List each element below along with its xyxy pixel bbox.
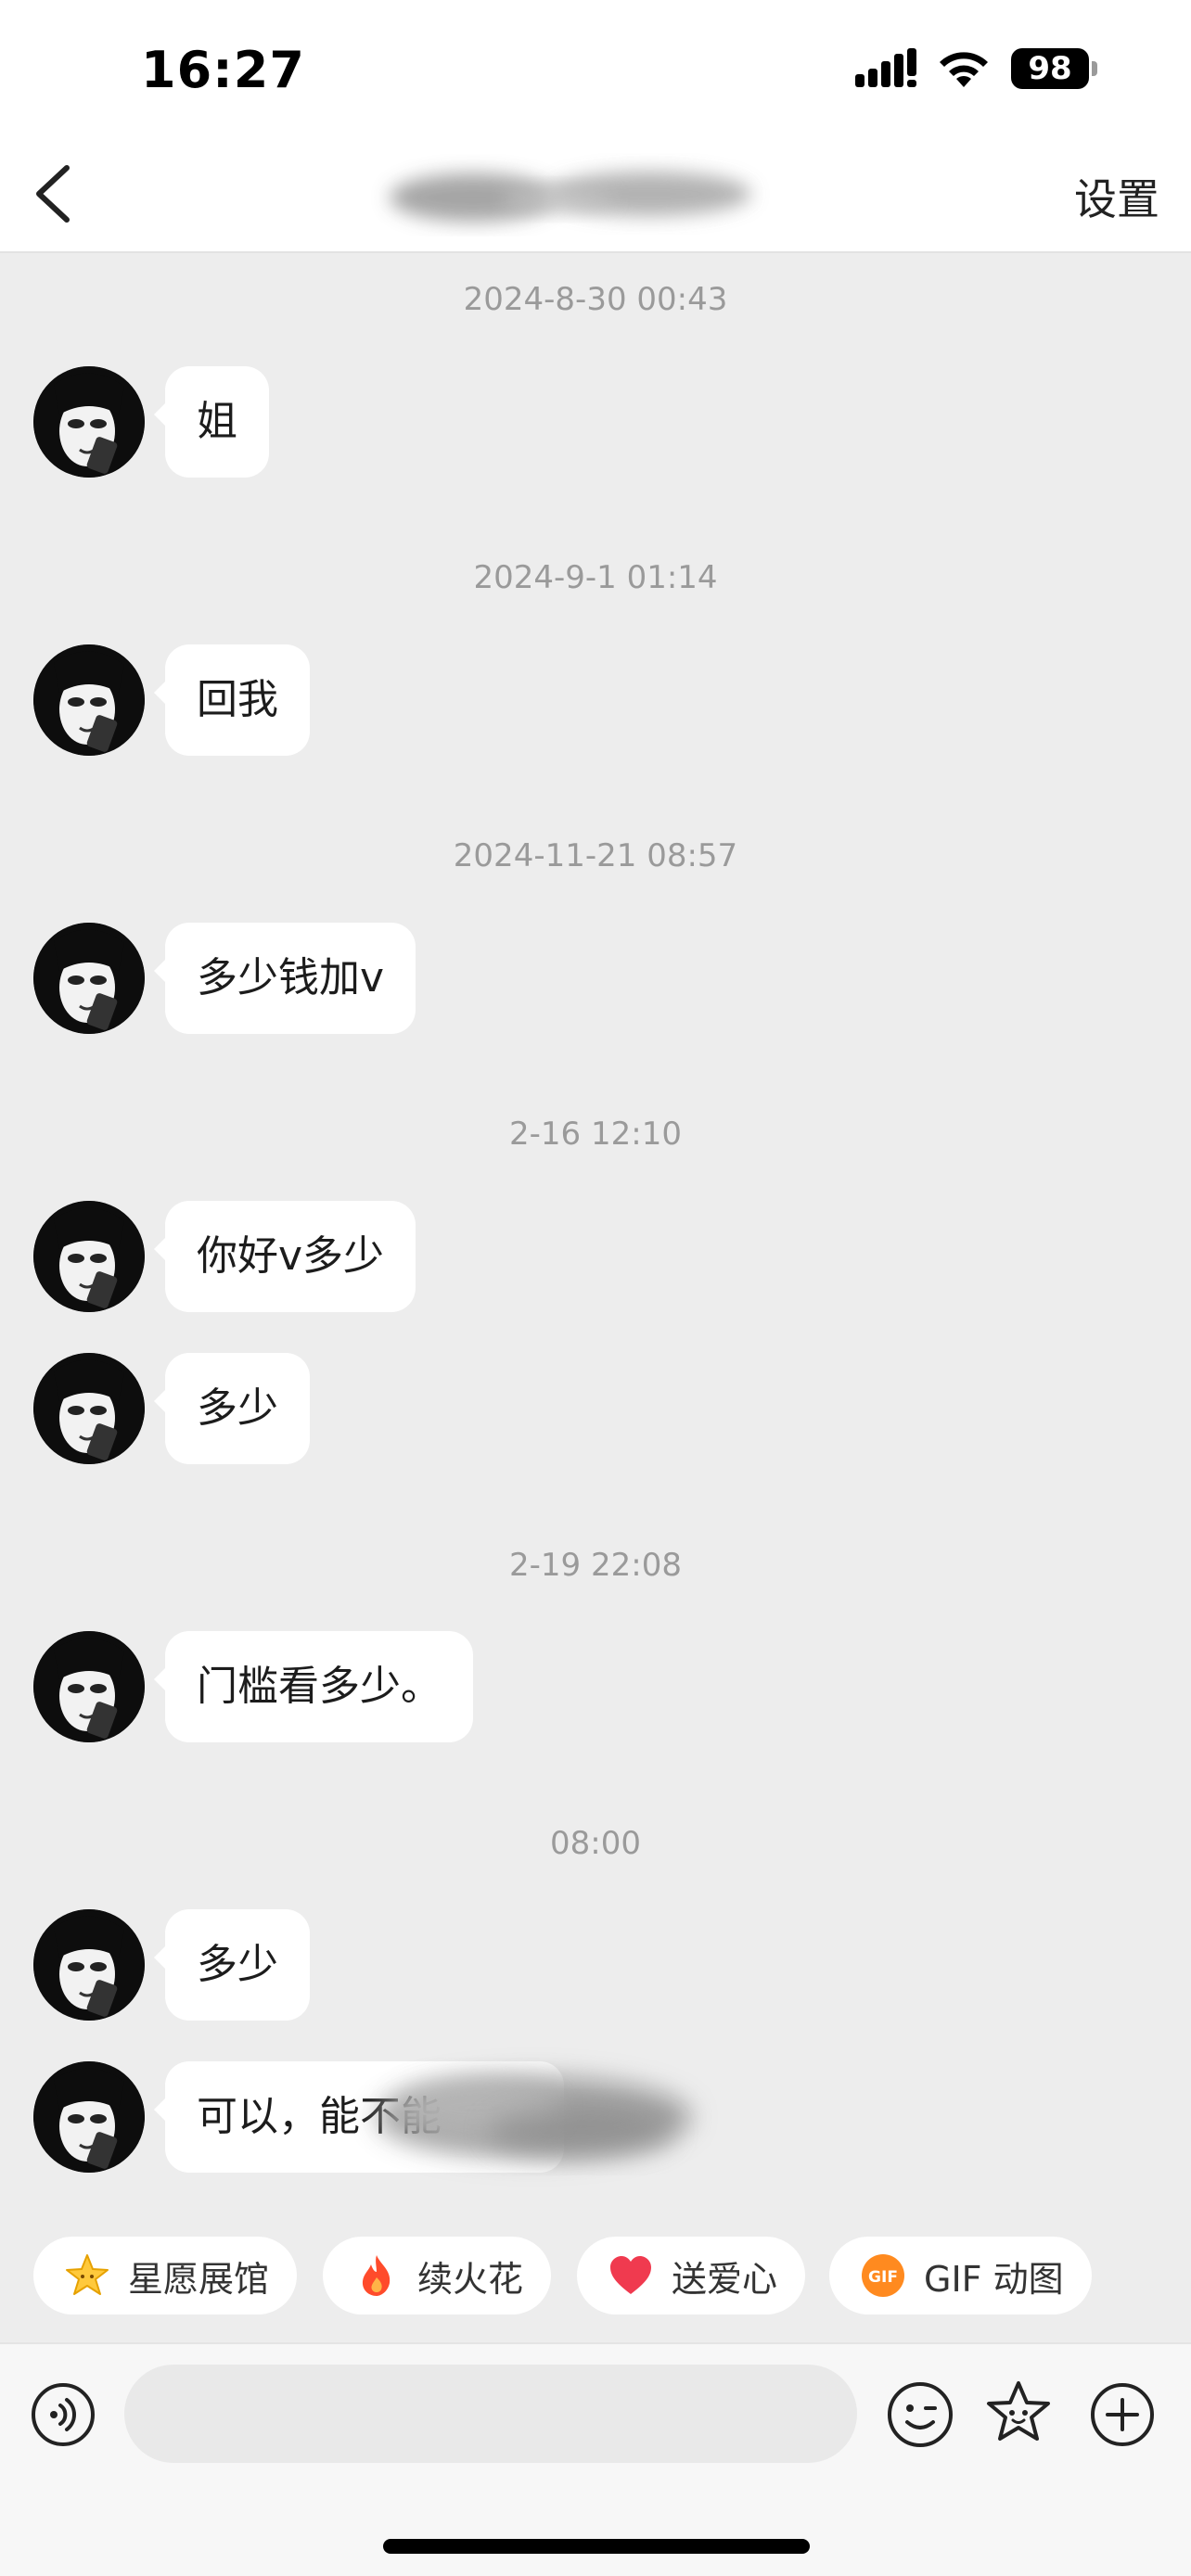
back-arrow-icon[interactable] — [24, 159, 89, 229]
message-text: 可以，能不能 — [197, 2093, 442, 2140]
input-bar — [0, 2342, 1191, 2576]
nav-bar: 设置 — [0, 134, 1191, 253]
message-input[interactable] — [124, 2365, 857, 2463]
chip-label: 星愿展馆 — [128, 2258, 270, 2300]
chip-label: 续火花 — [417, 2258, 524, 2300]
message-bubble[interactable]: 门槛看多少。 — [154, 1631, 473, 1742]
sticker-icon[interactable] — [981, 2378, 1056, 2452]
contact-avatar[interactable] — [33, 366, 145, 478]
battery-level: 98 — [1011, 48, 1089, 89]
contact-avatar[interactable] — [33, 1201, 145, 1312]
chip-label: GIF 动图 — [924, 2258, 1064, 2300]
signal-icon — [855, 48, 916, 87]
gif-icon: GIF — [862, 2254, 904, 2297]
message-timestamp: 2024-9-1 01:14 — [473, 559, 718, 596]
message-bubble[interactable]: 姐 — [154, 366, 269, 478]
message-bubble[interactable]: 你好v多少 — [153, 1201, 416, 1312]
status-time: 16:27 — [141, 41, 305, 99]
home-indicator[interactable] — [383, 2539, 810, 2554]
voice-icon[interactable] — [30, 2381, 96, 2448]
message-bubble[interactable]: 多少 — [154, 1909, 310, 2021]
message-bubble[interactable]: 多少 — [154, 1353, 310, 1464]
wifi-icon — [940, 52, 988, 87]
star-icon — [66, 2254, 109, 2295]
contact-avatar[interactable] — [33, 2061, 145, 2173]
settings-button[interactable]: 设置 — [1074, 166, 1159, 227]
message-bubble[interactable]: 多少钱加v — [153, 923, 416, 1034]
contact-avatar[interactable] — [33, 923, 145, 1034]
message-timestamp: 2024-11-21 08:57 — [453, 837, 738, 874]
chip-keep-spark[interactable]: 续火花 — [323, 2237, 552, 2315]
blurred-contact-name — [390, 172, 751, 222]
chip-send-heart[interactable]: 送爱心 — [577, 2237, 806, 2315]
message-list[interactable]: 2024-8-30 00:43 姐 2024-9-1 01:14 回我 2024… — [0, 253, 1191, 2210]
message-timestamp: 2024-8-30 00:43 — [463, 281, 728, 318]
contact-avatar[interactable] — [33, 1353, 145, 1464]
message-bubble[interactable]: 可以，能不能 — [154, 2061, 564, 2173]
chip-star-gallery[interactable]: 星愿展馆 — [33, 2237, 298, 2315]
message-bubble[interactable]: 回我 — [154, 644, 310, 756]
svg-text:GIF: GIF — [868, 2268, 898, 2287]
chip-gif[interactable]: GIF GIF 动图 — [829, 2237, 1092, 2315]
contact-avatar[interactable] — [33, 1909, 145, 2021]
fire-icon — [362, 2255, 391, 2296]
status-bar: 16:27 98 — [0, 0, 1191, 134]
message-timestamp: 2-19 22:08 — [509, 1547, 682, 1584]
quick-actions: 星愿展馆 续火花 送爱心 GIF GIF 动图 — [0, 2237, 1191, 2316]
battery-icon: 98 — [1011, 48, 1098, 89]
chip-label: 送爱心 — [672, 2258, 778, 2300]
contact-avatar[interactable] — [33, 1631, 145, 1742]
contact-avatar[interactable] — [33, 644, 145, 756]
plus-icon[interactable] — [1089, 2381, 1156, 2448]
message-timestamp: 2-16 12:10 — [509, 1116, 682, 1153]
emoji-icon[interactable] — [885, 2379, 955, 2450]
message-timestamp: 08:00 — [550, 1825, 641, 1862]
heart-icon — [610, 2256, 651, 2294]
